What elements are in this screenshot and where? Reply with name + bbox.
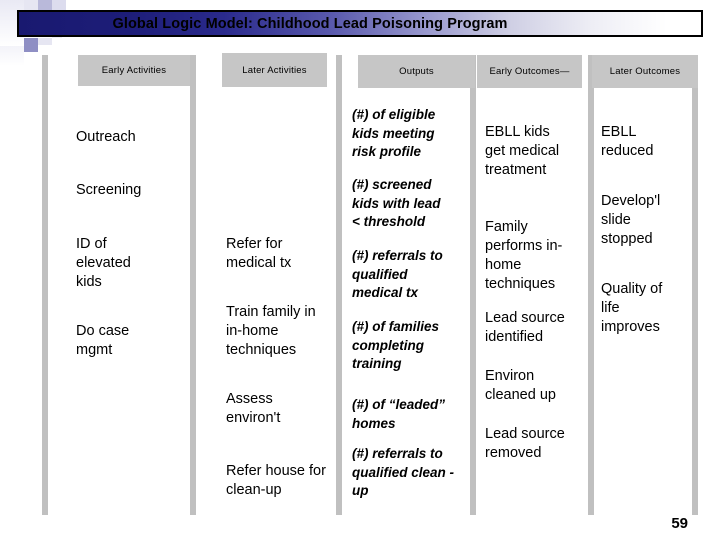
- list-item: Screening: [76, 182, 142, 198]
- list-item: (#) of families completing training: [352, 319, 440, 371]
- column-divider-1: [190, 55, 196, 515]
- column-early-outcomes: EBLL kids get medical treatment Family p…: [485, 100, 585, 515]
- column-header-label: Early Activities: [101, 65, 167, 76]
- list-item: (#) of eligible kids meeting risk profil…: [352, 107, 436, 159]
- list-item: EBLL kids get medical treatment: [485, 124, 560, 178]
- list-item: (#) screened kids with lead < threshold: [352, 177, 441, 229]
- column-divider-3: [470, 55, 476, 515]
- slide-title-bar: Global Logic Model: Childhood Lead Poiso…: [17, 10, 703, 37]
- list-item: Refer house for clean-up: [226, 463, 326, 498]
- deco-block: [0, 46, 24, 66]
- list-item: EBLL reduced: [601, 124, 654, 159]
- column-divider-2: [336, 55, 342, 515]
- column-divider-0: [42, 55, 48, 515]
- deco-block: [24, 38, 38, 52]
- column-header-later-outcomes: Later Outcomes: [592, 55, 698, 88]
- column-divider-4: [588, 55, 594, 515]
- deco-block: [52, 0, 66, 10]
- column-later-outcomes: EBLL reduced Develop'l slide stopped Qua…: [601, 100, 693, 515]
- column-early-activities: Outreach Screening ID of elevated kids D…: [76, 100, 186, 515]
- list-item: Quality of life improves: [601, 281, 663, 335]
- list-item: Develop'l slide stopped: [601, 193, 661, 247]
- list-item: Lead source removed: [485, 426, 565, 461]
- list-item: ID of elevated kids: [76, 236, 131, 290]
- column-outputs: (#) of eligible kids meeting risk profil…: [352, 100, 468, 515]
- list-item: Family performs in-home techniques: [485, 219, 563, 292]
- deco-block: [38, 38, 52, 45]
- list-item: Lead source identified: [485, 310, 565, 345]
- list-item: (#) referrals to qualified clean -up: [352, 446, 455, 498]
- list-item: (#) of “leaded” homes: [352, 397, 446, 431]
- list-item: Train family in in-home techniques: [226, 304, 316, 358]
- list-item: (#) referrals to qualified medical tx: [352, 248, 443, 300]
- deco-block: [38, 0, 52, 10]
- column-header-label: Later Outcomes: [609, 66, 681, 77]
- list-item: Assess environ't: [226, 391, 281, 426]
- column-header-label: Outputs: [399, 66, 434, 77]
- page-number: 59: [671, 515, 688, 532]
- column-header-later-activities: Later Activities: [222, 53, 327, 87]
- list-item: Environ cleaned up: [485, 368, 556, 403]
- column-later-activities: Refer for medical tx Train family in in-…: [226, 100, 332, 515]
- page-title: Global Logic Model: Childhood Lead Poiso…: [112, 15, 508, 32]
- column-header-early-outcomes: Early Outcomes—: [477, 55, 582, 88]
- column-header-early-activities: Early Activities: [78, 55, 190, 86]
- list-item: Refer for medical tx: [226, 236, 292, 271]
- list-item: Outreach: [76, 129, 136, 145]
- list-item: Do case mgmt: [76, 323, 130, 358]
- column-header-label: Early Outcomes—: [489, 66, 570, 77]
- column-header-outputs: Outputs: [358, 55, 475, 88]
- column-header-label: Later Activities: [242, 64, 307, 76]
